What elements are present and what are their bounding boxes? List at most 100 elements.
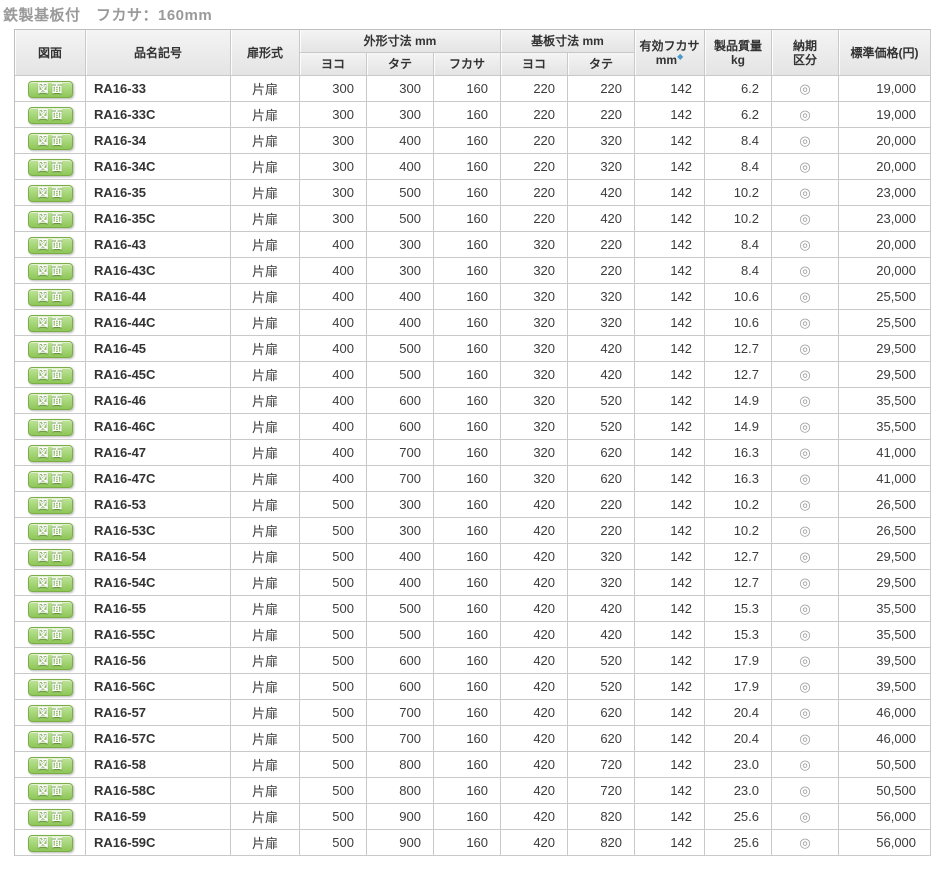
drawing-button[interactable]: 図面 (28, 315, 73, 332)
outer-width: 400 (300, 388, 367, 414)
outer-depth: 160 (434, 258, 501, 284)
product-code: RA16-58C (86, 778, 231, 804)
weight: 10.6 (705, 284, 772, 310)
price: 19,000 (839, 102, 931, 128)
drawing-button[interactable]: 図面 (28, 809, 73, 826)
board-width: 420 (501, 492, 568, 518)
drawing-cell: 図面 (15, 284, 86, 310)
header-outer-height: タテ (367, 53, 434, 76)
door-type: 片扉 (231, 518, 300, 544)
effective-depth: 142 (635, 466, 705, 492)
outer-height: 900 (367, 830, 434, 856)
effective-depth: 142 (635, 804, 705, 830)
weight: 10.2 (705, 518, 772, 544)
drawing-button[interactable]: 図面 (28, 185, 73, 202)
outer-height: 500 (367, 206, 434, 232)
drawing-button[interactable]: 図面 (28, 81, 73, 98)
weight: 12.7 (705, 362, 772, 388)
drawing-button[interactable]: 図面 (28, 575, 73, 592)
outer-height: 400 (367, 310, 434, 336)
outer-height: 400 (367, 570, 434, 596)
drawing-button[interactable]: 図面 (28, 523, 73, 540)
price: 46,000 (839, 726, 931, 752)
weight: 8.4 (705, 258, 772, 284)
board-width: 420 (501, 622, 568, 648)
outer-depth: 160 (434, 492, 501, 518)
price: 23,000 (839, 206, 931, 232)
product-code: RA16-44C (86, 310, 231, 336)
drawing-button[interactable]: 図面 (28, 159, 73, 176)
weight: 12.7 (705, 336, 772, 362)
delivery-mark: ◎ (772, 544, 839, 570)
board-width: 320 (501, 232, 568, 258)
outer-width: 400 (300, 466, 367, 492)
outer-height: 400 (367, 128, 434, 154)
product-code: RA16-46 (86, 388, 231, 414)
drawing-cell: 図面 (15, 466, 86, 492)
drawing-button[interactable]: 図面 (28, 653, 73, 670)
weight: 6.2 (705, 76, 772, 102)
drawing-button[interactable]: 図面 (28, 107, 73, 124)
price: 25,500 (839, 284, 931, 310)
drawing-cell: 図面 (15, 362, 86, 388)
drawing-button[interactable]: 図面 (28, 211, 73, 228)
weight: 15.3 (705, 596, 772, 622)
drawing-button[interactable]: 図面 (28, 627, 73, 644)
board-height: 220 (568, 76, 635, 102)
door-type: 片扉 (231, 544, 300, 570)
effective-depth: 142 (635, 128, 705, 154)
drawing-button[interactable]: 図面 (28, 393, 73, 410)
board-width: 420 (501, 544, 568, 570)
drawing-button[interactable]: 図面 (28, 731, 73, 748)
outer-depth: 160 (434, 622, 501, 648)
table-row: 図面RA16-35C片扉30050016022042014210.2◎23,00… (15, 206, 931, 232)
drawing-button[interactable]: 図面 (28, 445, 73, 462)
drawing-cell: 図面 (15, 206, 86, 232)
effective-depth: 142 (635, 388, 705, 414)
drawing-button[interactable]: 図面 (28, 783, 73, 800)
drawing-cell: 図面 (15, 830, 86, 856)
drawing-button[interactable]: 図面 (28, 757, 73, 774)
board-height: 220 (568, 258, 635, 284)
price: 35,500 (839, 388, 931, 414)
board-height: 520 (568, 648, 635, 674)
door-type: 片扉 (231, 726, 300, 752)
drawing-button[interactable]: 図面 (28, 367, 73, 384)
drawing-button[interactable]: 図面 (28, 419, 73, 436)
drawing-button[interactable]: 図面 (28, 497, 73, 514)
outer-depth: 160 (434, 440, 501, 466)
outer-height: 600 (367, 414, 434, 440)
outer-height: 600 (367, 388, 434, 414)
header-effective-depth: 有効フカサmm◆ (635, 30, 705, 76)
door-type: 片扉 (231, 206, 300, 232)
drawing-button[interactable]: 図面 (28, 549, 73, 566)
board-width: 420 (501, 700, 568, 726)
door-type: 片扉 (231, 180, 300, 206)
product-code: RA16-47 (86, 440, 231, 466)
outer-depth: 160 (434, 128, 501, 154)
drawing-button[interactable]: 図面 (28, 263, 73, 280)
table-row: 図面RA16-55片扉50050016042042014215.3◎35,500 (15, 596, 931, 622)
drawing-cell: 図面 (15, 804, 86, 830)
product-table: 図面 品名記号 扉形式 外形寸法 mm 基板寸法 mm 有効フカサmm◆ 製品質… (14, 29, 931, 856)
outer-height: 400 (367, 544, 434, 570)
drawing-button[interactable]: 図面 (28, 471, 73, 488)
drawing-button[interactable]: 図面 (28, 341, 73, 358)
board-width: 320 (501, 466, 568, 492)
drawing-cell: 図面 (15, 128, 86, 154)
drawing-button[interactable]: 図面 (28, 237, 73, 254)
board-width: 420 (501, 570, 568, 596)
drawing-button[interactable]: 図面 (28, 679, 73, 696)
drawing-button[interactable]: 図面 (28, 601, 73, 618)
board-width: 420 (501, 752, 568, 778)
outer-depth: 160 (434, 154, 501, 180)
drawing-button[interactable]: 図面 (28, 133, 73, 150)
drawing-button[interactable]: 図面 (28, 705, 73, 722)
drawing-cell: 図面 (15, 700, 86, 726)
product-code: RA16-59C (86, 830, 231, 856)
drawing-button[interactable]: 図面 (28, 835, 73, 852)
drawing-button[interactable]: 図面 (28, 289, 73, 306)
board-width: 320 (501, 388, 568, 414)
outer-height: 500 (367, 336, 434, 362)
weight: 16.3 (705, 440, 772, 466)
